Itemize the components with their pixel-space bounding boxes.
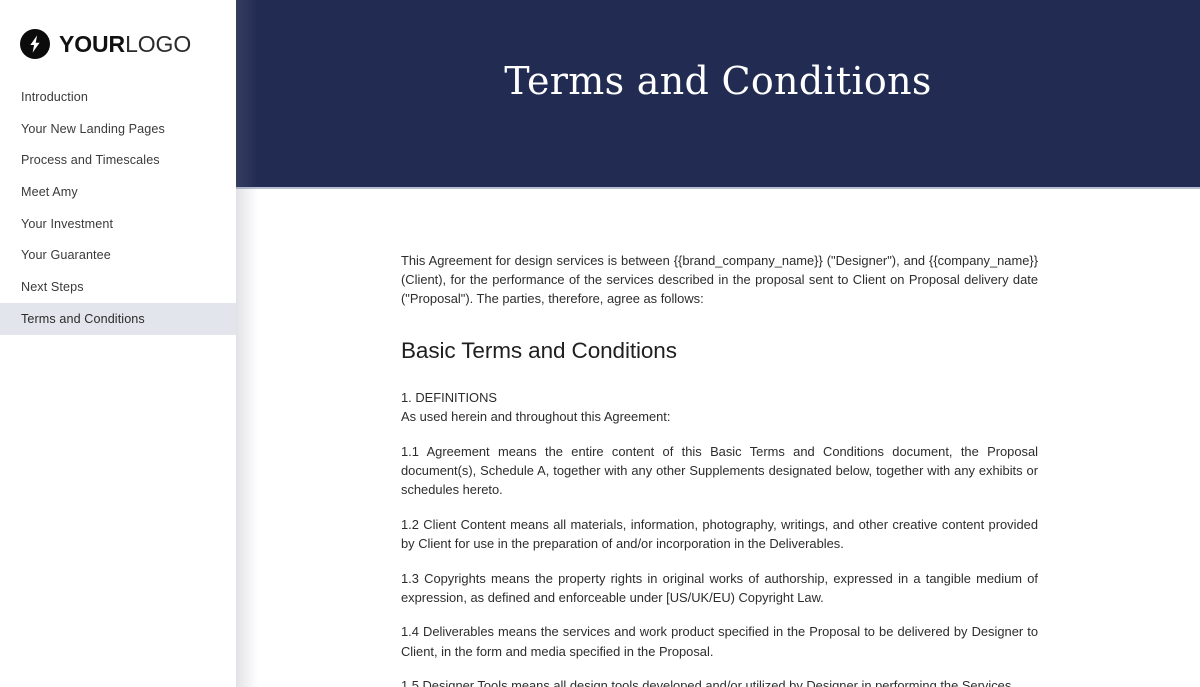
clause-1-3: 1.3 Copyrights means the property rights… <box>401 570 1038 605</box>
section-heading: Basic Terms and Conditions <box>401 337 677 363</box>
clause-1-5: 1.5 Designer Tools means all design tool… <box>401 678 1012 687</box>
sidebar-item-your-guarantee[interactable]: Your Guarantee <box>0 239 236 271</box>
sidebar-item-next-steps[interactable]: Next Steps <box>0 271 236 303</box>
lightning-bolt-icon <box>20 29 50 59</box>
page-title: Terms and Conditions <box>504 58 932 103</box>
main-content: Terms and Conditions This Agreement for … <box>236 0 1200 687</box>
sidebar-item-process-and-timescales[interactable]: Process and Timescales <box>0 144 236 176</box>
sidebar-item-your-investment[interactable]: Your Investment <box>0 208 236 240</box>
sidebar-item-introduction[interactable]: Introduction <box>0 81 236 113</box>
brand-logo[interactable]: YOURLOGO <box>20 27 191 61</box>
wordmark-bold: YOUR <box>59 30 126 57</box>
sidebar-item-terms-and-conditions[interactable]: Terms and Conditions <box>0 302 236 335</box>
intro-paragraph: This Agreement for design services is be… <box>401 253 1038 307</box>
clause-1-1: 1.1 Agreement means the entire content o… <box>401 443 1038 497</box>
definitions-subtitle: As used herein and throughout this Agree… <box>401 408 671 424</box>
proposal-page: YOURLOGO Introduction Your New Landing P… <box>0 0 1200 687</box>
sidebar: YOURLOGO Introduction Your New Landing P… <box>0 0 236 687</box>
brand-wordmark: YOURLOGO <box>59 30 192 57</box>
page-banner: Terms and Conditions <box>236 0 1200 189</box>
clause-1-4: 1.4 Deliverables means the services and … <box>401 624 1038 659</box>
wordmark-light: LOGO <box>125 30 192 57</box>
sidebar-item-meet-amy[interactable]: Meet Amy <box>0 176 236 208</box>
definitions-title: 1. DEFINITIONS <box>401 389 497 405</box>
banner-underline <box>236 187 1200 189</box>
sidebar-item-your-new-landing-pages[interactable]: Your New Landing Pages <box>0 113 236 145</box>
definitions-intro: 1. DEFINITIONS As used herein and throug… <box>401 388 1038 426</box>
document-column: This Agreement for design services is be… <box>401 251 1038 687</box>
clause-1-2: 1.2 Client Content means all materials, … <box>401 516 1038 551</box>
sidebar-nav: Introduction Your New Landing Pages Proc… <box>0 81 236 335</box>
